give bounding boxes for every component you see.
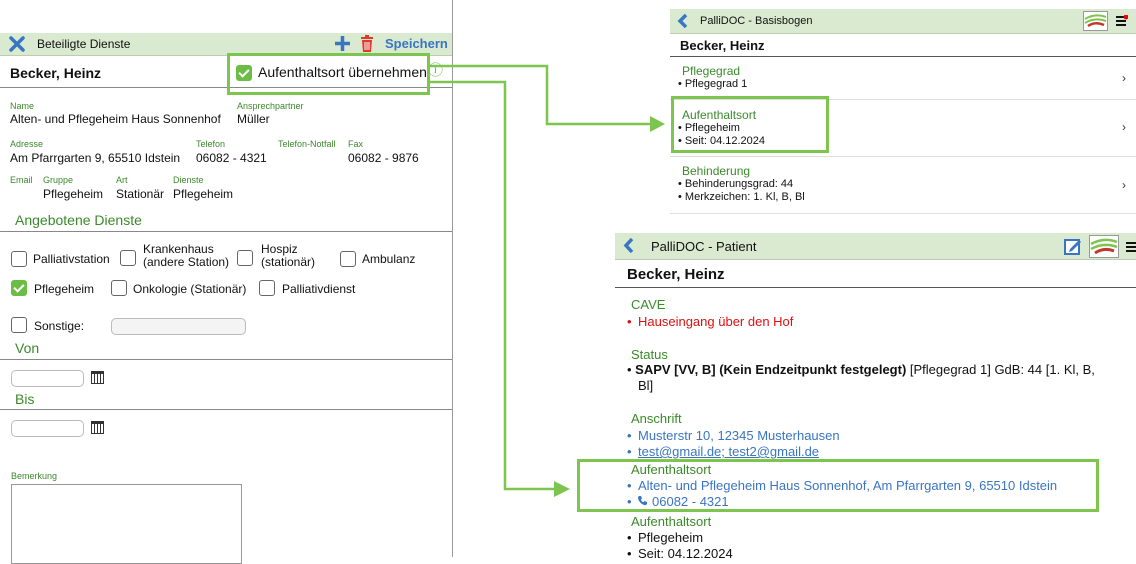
- connector-arrows: [430, 64, 665, 497]
